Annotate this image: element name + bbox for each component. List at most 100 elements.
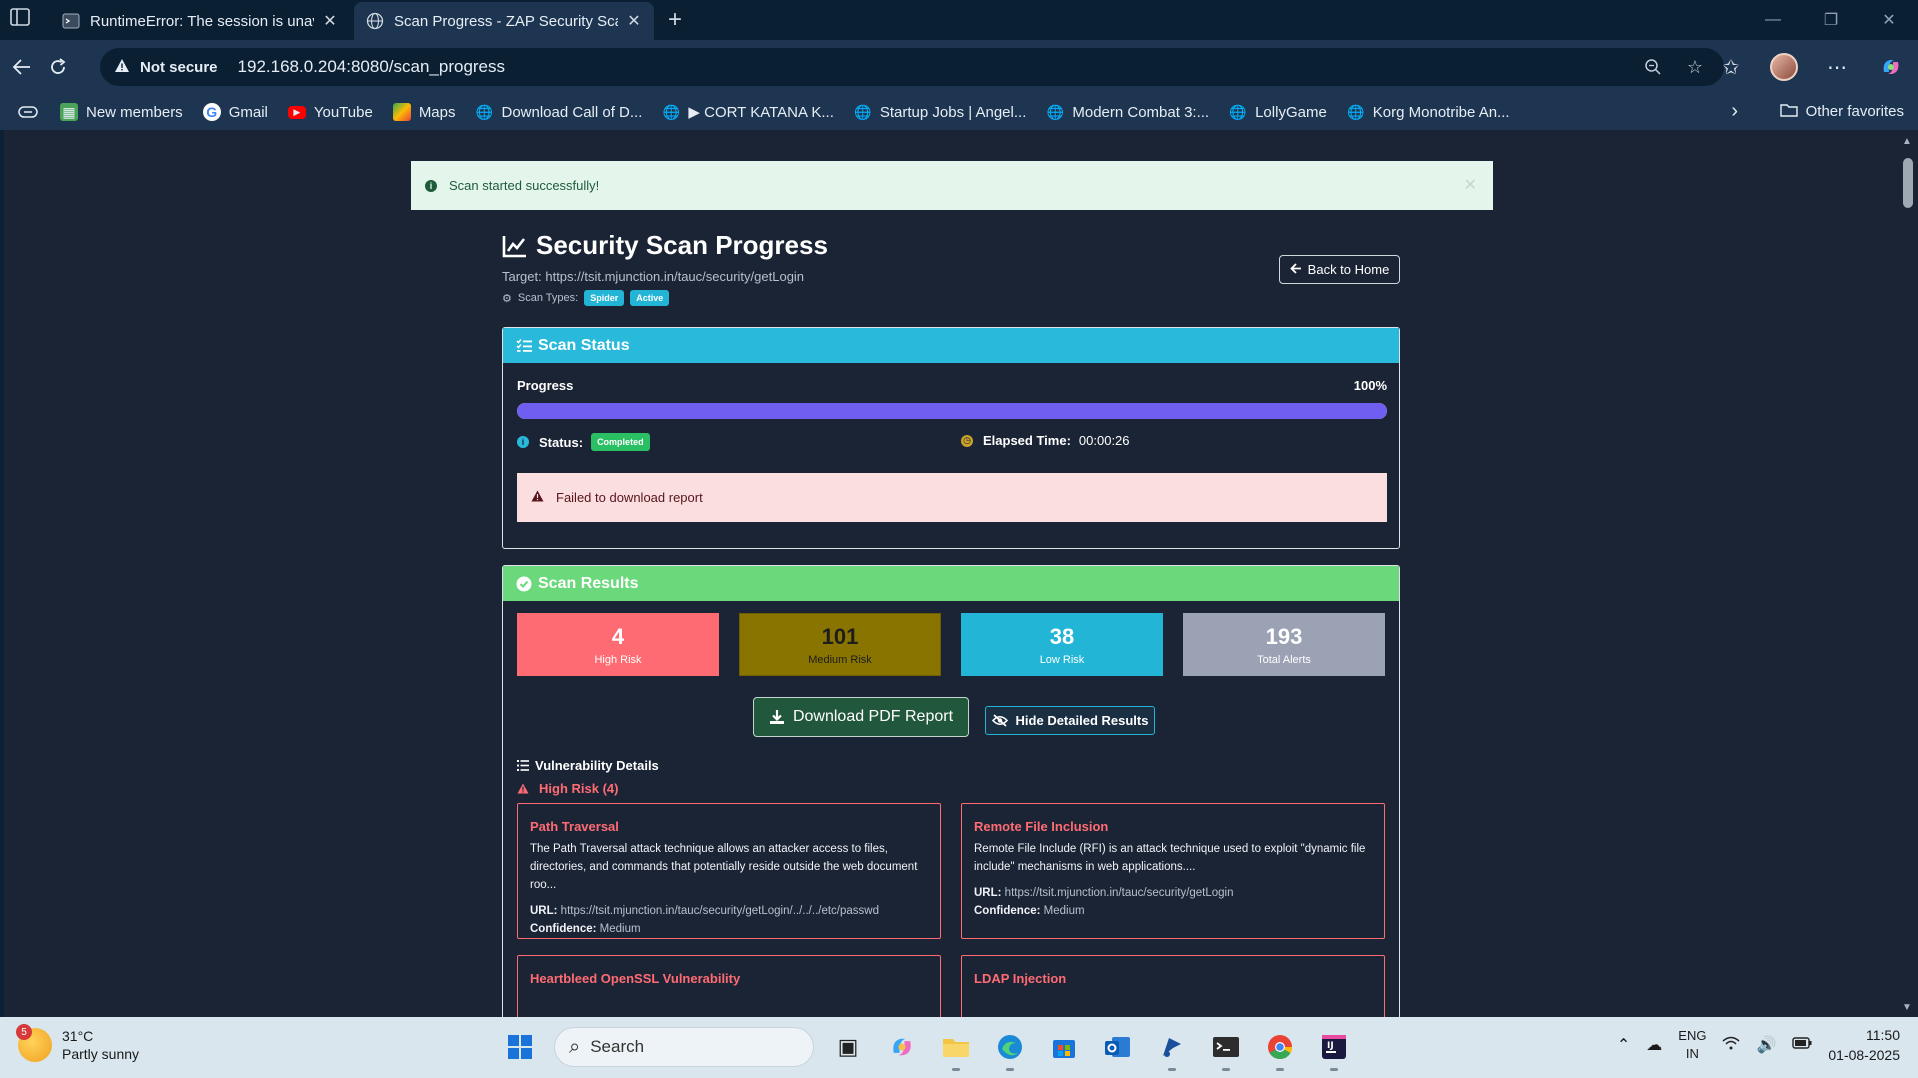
folder-icon <box>1779 102 1798 121</box>
onedrive-icon[interactable]: ☁ <box>1646 1035 1662 1055</box>
favorite-youtube[interactable]: ▶ YouTube <box>287 104 373 121</box>
favorite-gmail[interactable]: G Gmail <box>202 103 268 121</box>
chevron-up-icon[interactable]: ⌃ <box>1617 1035 1630 1055</box>
hide-details-button[interactable]: Hide Detailed Results <box>985 706 1155 735</box>
copilot-icon[interactable] <box>1876 52 1906 82</box>
globe-icon: 🌐 <box>854 103 872 120</box>
profile-avatar[interactable] <box>1770 53 1798 81</box>
terminal-icon[interactable] <box>1206 1027 1246 1071</box>
tab-title: Scan Progress - ZAP Security Scan <box>394 12 618 30</box>
info-icon: i <box>517 436 529 448</box>
vulnerability-title: LDAP Injection <box>974 971 1067 986</box>
youtube-icon: ▶ <box>287 105 306 119</box>
back-arrow-icon[interactable] <box>8 53 36 81</box>
favorite-maps[interactable]: Maps <box>392 103 456 121</box>
back-to-home-button[interactable]: Back to Home <box>1279 255 1400 284</box>
tab-runtime-error[interactable]: RuntimeError: The session is unav ✕ <box>50 2 350 40</box>
zoom-icon[interactable] <box>1642 56 1664 78</box>
other-favorites[interactable]: Other favorites <box>1779 102 1904 121</box>
success-alert: i Scan started successfully! ✕ <box>411 161 1493 210</box>
favorite-korg-monotribe[interactable]: 🌐 Korg Monotribe An... <box>1347 103 1509 121</box>
file-explorer-icon[interactable] <box>936 1027 976 1071</box>
favorite-lollygame[interactable]: 🌐 LollyGame <box>1229 103 1326 121</box>
close-alert-icon[interactable]: ✕ <box>1464 175 1477 195</box>
scan-results-header: Scan Results <box>503 566 1399 601</box>
eye-slash-icon <box>991 714 1008 727</box>
scan-results-card: Scan Results 4 High Risk 101 Medium Risk… <box>502 565 1400 1017</box>
favorites-bar: ▦ New members G Gmail ▶ YouTube Maps 🌐 D… <box>0 94 1918 130</box>
chart-line-icon <box>502 235 526 257</box>
vulnerability-card: Path Traversal The Path Traversal attack… <box>517 803 941 939</box>
more-options-icon[interactable]: ⋯ <box>1822 52 1852 82</box>
close-tab-icon[interactable]: ✕ <box>322 11 338 31</box>
app-icon: ▦ <box>60 103 78 121</box>
warning-icon[interactable] <box>114 58 132 76</box>
start-icon[interactable] <box>500 1027 540 1067</box>
favorite-call-of-duty[interactable]: 🌐 Download Call of D... <box>476 103 643 121</box>
globe-icon: 🌐 <box>1229 103 1247 120</box>
scan-type-badge: Spider <box>584 290 625 306</box>
weather-widget[interactable]: 5 31°C Partly sunny <box>16 1024 139 1063</box>
globe-icon: 🌐 <box>1046 103 1065 120</box>
info-icon: i <box>425 179 437 192</box>
scroll-down-icon[interactable]: ▼ <box>1902 1002 1912 1013</box>
elapsed-label: Elapsed Time: <box>983 433 1071 448</box>
address-bar[interactable]: Not secure 192.168.0.204:8080/scan_progr… <box>100 48 1724 86</box>
app-icon[interactable] <box>1152 1027 1192 1071</box>
stat-medium-risk: 101 Medium Risk <box>739 613 941 676</box>
star-icon[interactable]: ☆ <box>1684 56 1706 78</box>
vulnerability-description: The Path Traversal attack technique allo… <box>530 843 918 891</box>
minimize-icon[interactable]: — <box>1744 0 1802 40</box>
edge-icon[interactable] <box>990 1027 1030 1071</box>
stat-total-alerts: 193 Total Alerts <box>1183 613 1385 676</box>
restore-icon[interactable]: ❐ <box>1802 0 1860 40</box>
favorites-icon[interactable]: ✩ <box>1716 52 1746 82</box>
window-controls: — ❐ ✕ <box>1744 0 1918 40</box>
warning-triangle-icon <box>517 783 529 794</box>
tab-actions-icon[interactable] <box>10 8 38 32</box>
refresh-icon[interactable] <box>44 53 72 81</box>
scan-type-badge: Active <box>630 290 670 306</box>
progress-label: Progress <box>517 378 574 393</box>
scan-status-card: Scan Status Progress 100% i Status: Comp… <box>502 327 1400 549</box>
search-icon: ⌕ <box>569 1035 581 1058</box>
url-text[interactable]: 192.168.0.204:8080/scan_progress <box>238 57 505 77</box>
download-pdf-button[interactable]: Download PDF Report <box>753 697 969 737</box>
page-scrollbar[interactable]: ▲ ▼ <box>1898 130 1918 1017</box>
battery-icon[interactable] <box>1792 1036 1812 1054</box>
close-tab-icon[interactable]: ✕ <box>626 11 642 31</box>
vulnerability-confidence: Medium <box>1043 905 1085 917</box>
chrome-icon[interactable] <box>1260 1027 1300 1071</box>
outlook-icon[interactable] <box>1098 1027 1138 1067</box>
copilot-app-icon[interactable] <box>882 1027 922 1067</box>
tab-bar: RuntimeError: The session is unav ✕ Scan… <box>0 0 1918 40</box>
favorite-cort-katana[interactable]: 🌐 ▶ CORT KATANA K... <box>662 103 834 122</box>
volume-icon[interactable]: 🔊 <box>1756 1035 1776 1055</box>
scroll-up-icon[interactable]: ▲ <box>1902 136 1912 147</box>
wifi-icon[interactable] <box>1722 1036 1740 1055</box>
clock[interactable]: 11:50 01-08-2025 <box>1828 1025 1900 1065</box>
favorite-modern-combat[interactable]: 🌐 Modern Combat 3:... <box>1046 103 1209 121</box>
ide-icon[interactable]: IJ <box>1314 1027 1354 1071</box>
new-tab-button[interactable]: + <box>660 6 690 34</box>
chevron-right-icon[interactable]: › <box>1731 100 1738 123</box>
tab-scan-progress[interactable]: Scan Progress - ZAP Security Scan ✕ <box>354 2 654 40</box>
security-label[interactable]: Not secure <box>140 59 218 76</box>
language-indicator[interactable]: ENG IN <box>1678 1027 1706 1063</box>
globe-icon <box>366 12 384 30</box>
favorite-startup-jobs[interactable]: 🌐 Startup Jobs | Angel... <box>854 103 1026 121</box>
elapsed-value: 00:00:26 <box>1078 433 1130 448</box>
favorite-new-members[interactable]: ▦ New members <box>60 103 183 121</box>
store-icon[interactable] <box>1044 1027 1084 1067</box>
vulnerability-card: Heartbleed OpenSSL Vulnerability <box>517 955 941 1017</box>
status-label: Status: <box>539 434 584 450</box>
vulnerability-url: https://tsit.mjunction.in/tauc/security/… <box>560 905 879 917</box>
svg-text:IJ: IJ <box>1327 1041 1334 1051</box>
scan-status-header: Scan Status <box>503 328 1399 363</box>
collections-icon[interactable] <box>18 105 38 119</box>
scrollbar-thumb[interactable] <box>1903 158 1913 208</box>
vulnerability-description: Remote File Include (RFI) is an attack t… <box>974 843 1366 873</box>
taskbar-search[interactable]: ⌕ Search <box>554 1027 814 1067</box>
task-view-icon[interactable]: ▣ <box>828 1027 868 1067</box>
close-window-icon[interactable]: ✕ <box>1860 0 1918 40</box>
